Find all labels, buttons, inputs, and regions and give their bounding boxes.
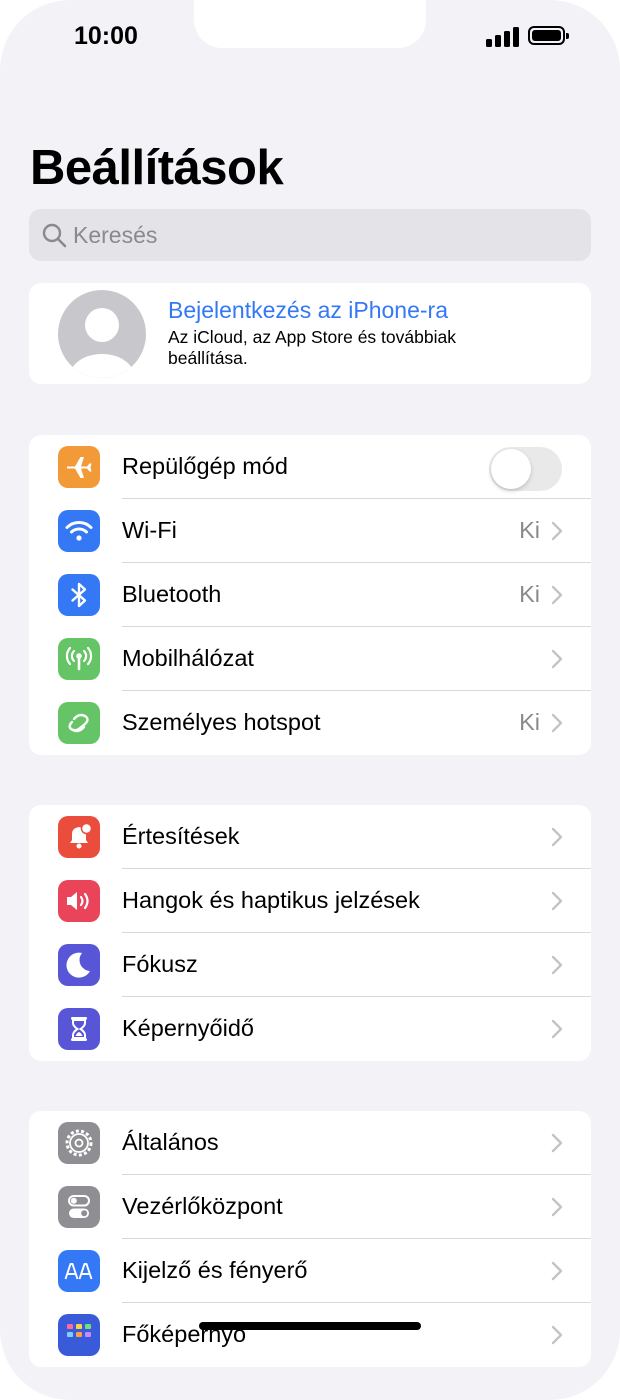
row-home-screen[interactable]: Főképernyő — [29, 1303, 591, 1367]
battery-icon — [528, 26, 569, 45]
sign-in-subtitle: Az iCloud, az App Store és továbbiak beá… — [168, 327, 456, 368]
avatar-icon — [58, 290, 146, 378]
phone-screen: 10:00 Beállítások Keresés Bejelentkezés … — [0, 0, 620, 1400]
row-label: Vezérlőközpont — [122, 1193, 283, 1219]
cellular-signal-icon — [486, 27, 520, 47]
hourglass-icon — [58, 1008, 100, 1050]
row-label: Hangok és haptikus jelzések — [122, 887, 420, 913]
row-screen-time[interactable]: Képernyőidő — [29, 997, 591, 1061]
row-label: Személyes hotspot — [122, 709, 321, 735]
row-label: Általános — [122, 1129, 219, 1155]
status-time: 10:00 — [74, 22, 138, 50]
connectivity-group: Repülőgép mód Wi-Fi Ki Bluetooth Ki Mobi… — [29, 435, 591, 755]
row-wifi[interactable]: Wi-Fi Ki — [29, 499, 591, 563]
row-personal-hotspot[interactable]: Személyes hotspot Ki — [29, 691, 591, 755]
row-bluetooth[interactable]: Bluetooth Ki — [29, 563, 591, 627]
sounds-icon — [58, 880, 100, 922]
row-sounds-haptics[interactable]: Hangok és haptikus jelzések — [29, 869, 591, 933]
chevron-right-icon — [551, 1197, 563, 1217]
row-label: Wi-Fi — [122, 517, 177, 543]
row-label: Mobilhálózat — [122, 645, 254, 671]
chevron-right-icon — [551, 1325, 563, 1345]
search-placeholder: Keresés — [73, 222, 158, 248]
notifications-group: Értesítések Hangok és haptikus jelzések … — [29, 805, 591, 1061]
moon-icon — [58, 944, 100, 986]
bluetooth-icon — [58, 574, 100, 616]
chevron-right-icon — [551, 1261, 563, 1281]
notifications-icon — [58, 816, 100, 858]
chevron-right-icon — [551, 713, 563, 733]
toggle-knob — [491, 449, 531, 489]
row-focus[interactable]: Fókusz — [29, 933, 591, 997]
control-center-icon — [58, 1186, 100, 1228]
row-label: Bluetooth — [122, 581, 222, 607]
row-cellular[interactable]: Mobilhálózat — [29, 627, 591, 691]
chevron-right-icon — [551, 521, 563, 541]
chevron-right-icon — [551, 955, 563, 975]
row-value: Ki — [519, 709, 540, 735]
chevron-right-icon — [551, 827, 563, 847]
gear-icon — [58, 1122, 100, 1164]
cellular-icon — [58, 638, 100, 680]
row-label: Kijelző és fényerő — [122, 1257, 308, 1283]
wifi-icon — [58, 510, 100, 552]
row-control-center[interactable]: Vezérlőközpont — [29, 1175, 591, 1239]
chevron-right-icon — [551, 585, 563, 605]
airplane-icon — [58, 446, 100, 488]
row-label: Fókusz — [122, 951, 198, 977]
row-display-brightness[interactable]: Kijelző és fényerő — [29, 1239, 591, 1303]
row-general[interactable]: Általános — [29, 1111, 591, 1175]
row-label: Képernyőidő — [122, 1015, 254, 1041]
hotspot-icon — [58, 702, 100, 744]
row-airplane-mode: Repülőgép mód — [29, 435, 591, 499]
chevron-right-icon — [551, 1019, 563, 1039]
row-label: Értesítések — [122, 823, 240, 849]
row-value: Ki — [519, 581, 540, 607]
airplane-mode-toggle[interactable] — [489, 447, 562, 491]
search-icon — [42, 223, 67, 248]
row-value: Ki — [519, 517, 540, 543]
search-input[interactable]: Keresés — [29, 209, 591, 261]
chevron-right-icon — [551, 1133, 563, 1153]
sign-in-title: Bejelentkezés az iPhone-ra — [168, 297, 448, 323]
home-indicator[interactable] — [199, 1322, 421, 1330]
sign-in-card[interactable]: Bejelentkezés az iPhone-ra Az iCloud, az… — [29, 283, 591, 384]
chevron-right-icon — [551, 891, 563, 911]
home-screen-icon — [58, 1314, 100, 1356]
chevron-right-icon — [551, 649, 563, 669]
notch — [194, 0, 426, 48]
row-label: Repülőgép mód — [122, 453, 288, 479]
display-icon — [58, 1250, 100, 1292]
page-title: Beállítások — [30, 141, 284, 195]
row-notifications[interactable]: Értesítések — [29, 805, 591, 869]
